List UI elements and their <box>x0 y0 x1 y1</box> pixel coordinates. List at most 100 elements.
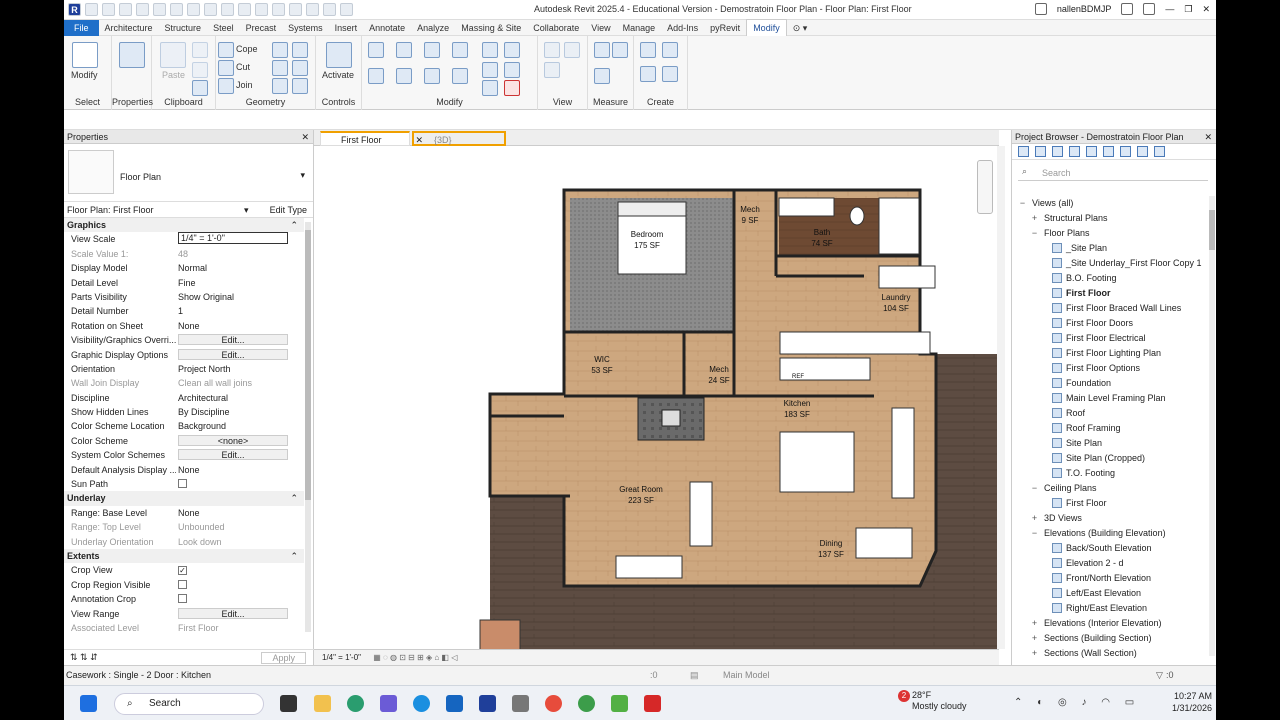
close-button[interactable]: ✕ <box>1202 4 1210 15</box>
instance-filter[interactable]: Floor Plan: First Floor ▾ Edit Type <box>64 202 313 218</box>
property-value[interactable]: Edit... <box>176 607 304 621</box>
linework-icon[interactable] <box>544 62 560 78</box>
view-controls-icon[interactable]: ▦ ◌ ◍ ⊡ ⊟ ⊞ ◈ ⌂ ◧ ◁ <box>373 653 457 662</box>
properties-scrollbar[interactable] <box>305 222 311 632</box>
clock[interactable]: 10:27 AM 1/31/2026 <box>1172 690 1212 714</box>
undo-icon[interactable] <box>153 3 166 16</box>
section-graphics[interactable]: Graphics ⌃ <box>64 218 304 233</box>
modify-tool-label[interactable]: Modify <box>71 70 98 80</box>
section-icon[interactable] <box>289 3 302 16</box>
copilot-icon[interactable] <box>413 695 430 712</box>
tree-item-elevation-2-d[interactable]: Elevation 2 - d <box>1012 556 1212 571</box>
collapse-icon[interactable]: − <box>1018 196 1027 211</box>
user-name[interactable]: nallenBDMJP <box>1057 4 1112 14</box>
property-value[interactable]: Architectural <box>176 391 304 405</box>
tab-insert[interactable]: Insert <box>329 20 364 36</box>
view-scale[interactable]: 1/4" = 1'-0" <box>322 653 361 662</box>
tree-item-right-east-elevation[interactable]: Right/East Elevation <box>1012 601 1212 616</box>
demolish-icon[interactable] <box>292 60 308 76</box>
edit-button[interactable]: Edit... <box>178 348 288 360</box>
property-value[interactable] <box>176 477 304 491</box>
tree-item-first-floor-lighting-plan[interactable]: First Floor Lighting Plan <box>1012 346 1212 361</box>
edit-type-button[interactable]: Edit Type <box>270 202 307 218</box>
property-value[interactable]: 1/4" = 1'-0" <box>176 232 304 246</box>
property-value[interactable]: Normal <box>176 261 304 275</box>
close-hidden-icon[interactable] <box>323 3 336 16</box>
edge-icon[interactable] <box>347 695 364 712</box>
tree-item-views-all[interactable]: − Views (all) <box>1012 196 1212 211</box>
revit-logo-icon[interactable]: R <box>68 3 81 16</box>
tree-item-first-floor-options[interactable]: First Floor Options <box>1012 361 1212 376</box>
property-value[interactable]: Fine <box>176 276 304 290</box>
create-assembly-icon[interactable] <box>640 42 656 58</box>
edit-button[interactable]: Edit... <box>178 449 288 461</box>
activate-label[interactable]: Activate <box>322 70 354 80</box>
section-underlay[interactable]: Underlay ⌃ <box>64 491 304 506</box>
offset-icon[interactable] <box>396 42 412 58</box>
group-icon[interactable] <box>1120 146 1131 157</box>
property-value[interactable]: Edit... <box>176 448 304 462</box>
paste-label[interactable]: Paste <box>162 70 185 80</box>
property-value[interactable]: None <box>176 463 304 477</box>
filter-icon[interactable] <box>1154 146 1165 157</box>
section-extents[interactable]: Extents ⌃ <box>64 548 304 564</box>
match-properties-icon[interactable] <box>192 80 208 96</box>
windows-start-icon[interactable] <box>80 695 97 712</box>
property-value[interactable]: Edit... <box>176 348 304 362</box>
text-icon[interactable] <box>255 3 268 16</box>
expand-icon[interactable]: + <box>1030 631 1039 646</box>
tree-item-b-o-footing[interactable]: B.O. Footing <box>1012 271 1212 286</box>
tree-item-floor-plans[interactable]: − Floor Plans <box>1012 226 1212 241</box>
measure-along-icon[interactable] <box>594 68 610 84</box>
override-graphics-icon[interactable] <box>564 42 580 58</box>
chrome-icon[interactable] <box>545 695 562 712</box>
outlook-icon[interactable] <box>446 695 463 712</box>
apply-button[interactable]: Apply <box>261 652 306 664</box>
acrobat-icon[interactable] <box>644 695 661 712</box>
tree-item-left-east-elevation[interactable]: Left/East Elevation <box>1012 586 1212 601</box>
filter-icon[interactable]: ▽ <box>1156 666 1163 685</box>
join-label[interactable]: Join <box>236 80 253 90</box>
chevron-down-icon[interactable]: ▾ <box>300 170 305 181</box>
teams-icon[interactable] <box>380 695 397 712</box>
tree-item-roof[interactable]: Roof <box>1012 406 1212 421</box>
value-text[interactable]: None <box>178 319 304 333</box>
calculator-icon[interactable] <box>512 695 529 712</box>
checkbox[interactable] <box>178 579 187 589</box>
tree-item-sections-wall-section[interactable]: + Sections (Wall Section) <box>1012 646 1212 661</box>
value-text[interactable]: 1/4" = 1'-0" <box>178 232 288 245</box>
sync-icon[interactable] <box>136 3 149 16</box>
tree-item-elevations-building-elevation[interactable]: − Elevations (Building Elevation) <box>1012 526 1212 541</box>
value-text[interactable]: Architectural <box>178 391 304 405</box>
tab-massing-site[interactable]: Massing & Site <box>455 20 527 36</box>
tree-item-site-plan[interactable]: _Site Plan <box>1012 241 1212 256</box>
close-icon[interactable]: ✕ <box>1204 130 1212 144</box>
switch-windows-icon[interactable] <box>340 3 353 16</box>
collapse-icon[interactable]: ⌃ <box>290 218 298 232</box>
property-value[interactable]: By Discipline <box>176 405 304 419</box>
zoom-icon[interactable] <box>1035 146 1046 157</box>
select-dropdown[interactable]: Select <box>64 97 111 107</box>
tree-item-first-floor-doors[interactable]: First Floor Doors <box>1012 316 1212 331</box>
weather-widget[interactable]: 2 28°F Mostly cloudy <box>890 690 967 712</box>
tab-file[interactable]: File <box>64 19 99 36</box>
property-value[interactable]: <none> <box>176 434 304 448</box>
move-icon[interactable] <box>368 68 384 84</box>
close-icon[interactable]: ✕ <box>301 130 309 144</box>
tree-item-sections-building-section[interactable]: + Sections (Building Section) <box>1012 631 1212 646</box>
remove-paint-icon[interactable] <box>292 78 308 94</box>
tree-item-t-o-footing[interactable]: T.O. Footing <box>1012 466 1212 481</box>
task-view-icon[interactable] <box>280 695 297 712</box>
mirror-draw-icon[interactable] <box>452 42 468 58</box>
trim-icon[interactable] <box>452 68 468 84</box>
value-text[interactable]: Show Original <box>178 290 304 304</box>
tree-item-first-floor-electrical[interactable]: First Floor Electrical <box>1012 331 1212 346</box>
tab-steel[interactable]: Steel <box>207 20 240 36</box>
align-icon[interactable] <box>368 42 384 58</box>
checkbox[interactable]: ✓ <box>178 566 187 576</box>
drawing-area[interactable]: Bedroom 175 SF Mech 9 SF Bath 74 SF Laun… <box>314 146 999 649</box>
collapse-icon[interactable]: ⌃ <box>290 491 298 505</box>
split-face-icon[interactable] <box>292 42 308 58</box>
home-icon[interactable] <box>85 3 98 16</box>
activate-icon[interactable] <box>326 42 352 68</box>
